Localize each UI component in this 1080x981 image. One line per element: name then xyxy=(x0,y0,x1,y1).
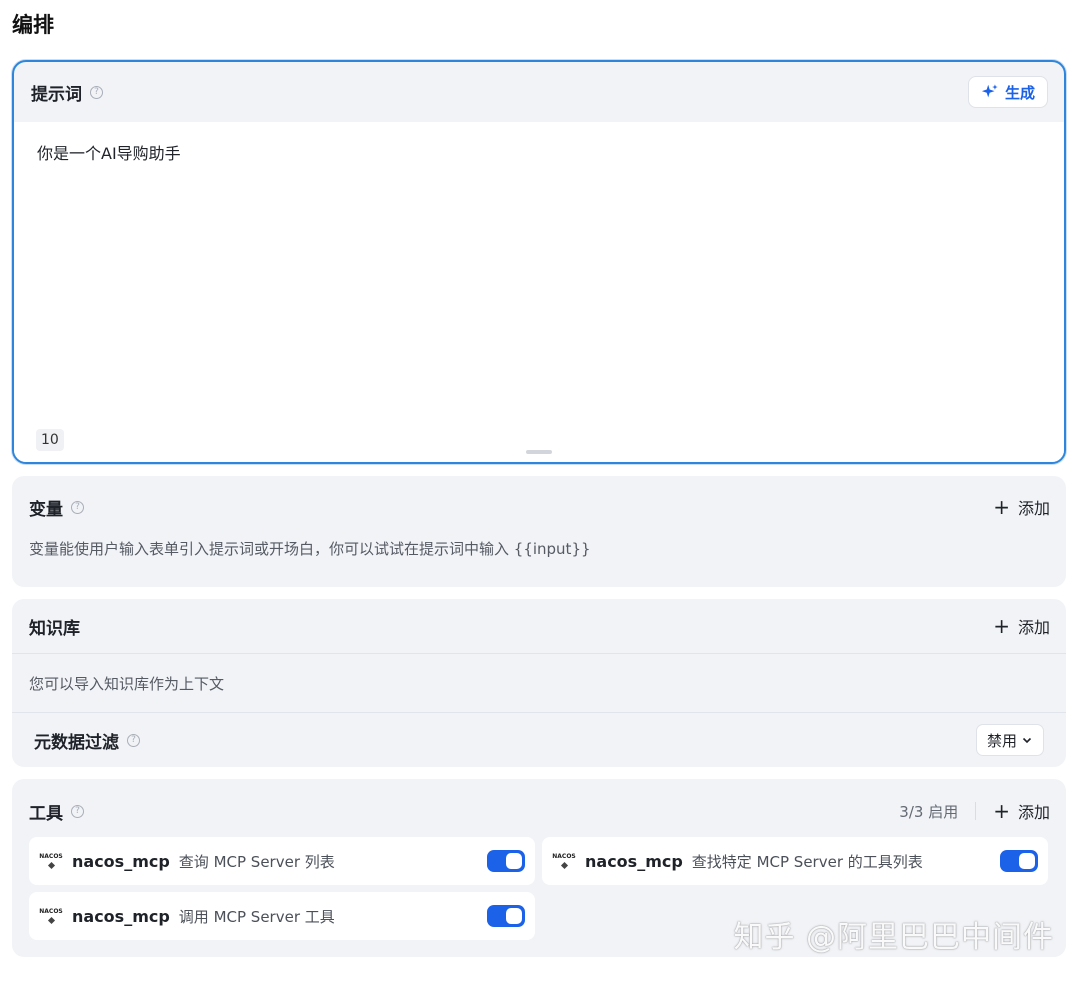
tools-enabled-count: 3/3 启用 xyxy=(899,802,959,821)
tools-title: 工具 xyxy=(29,803,63,824)
tool-name: nacos_mcp xyxy=(72,851,170,871)
add-label: 添加 xyxy=(1017,803,1050,822)
tool-description: 调用 MCP Server 工具 xyxy=(178,907,335,926)
tool-description: 查找特定 MCP Server 的工具列表 xyxy=(691,852,923,871)
variables-card: 变量 ? + 添加 变量能使用户输入表单引入提示词或开场白，你可以试试在提示词中… xyxy=(12,476,1066,587)
prompt-title: 提示词 xyxy=(31,84,82,105)
tool-name: nacos_mcp xyxy=(585,851,683,871)
metadata-filter-label: 元数据过滤 xyxy=(34,732,119,753)
prompt-header: 提示词 ? 生成 xyxy=(14,62,1064,122)
knowledge-header: 知识库 + 添加 xyxy=(12,599,1066,653)
knowledge-card: 知识库 + 添加 您可以导入知识库作为上下文 元数据过滤 ? 禁用 xyxy=(12,599,1066,767)
add-label: 添加 xyxy=(1017,618,1050,637)
page-title: 编排 xyxy=(12,13,54,37)
char-count: 10 xyxy=(36,429,64,451)
question-circle-icon[interactable]: ? xyxy=(71,500,84,514)
add-variable-button[interactable]: + 添加 xyxy=(993,491,1050,523)
sparkle-icon xyxy=(981,84,998,98)
tools-actions: 3/3 启用 + 添加 xyxy=(899,795,1050,827)
tool-item[interactable]: NACOS nacos_mcp 查询 MCP Server 列表 xyxy=(29,837,535,885)
variables-header: 变量 ? + 添加 xyxy=(12,476,1066,538)
watermark: 知乎 @阿里巴巴中间件 xyxy=(733,920,1054,955)
resize-handle[interactable] xyxy=(526,450,552,454)
nacos-logo-icon: NACOS xyxy=(551,848,577,874)
generate-button[interactable]: 生成 xyxy=(967,76,1048,108)
plus-icon: + xyxy=(993,799,1010,823)
knowledge-title: 知识库 xyxy=(29,618,80,639)
add-knowledge-button[interactable]: + 添加 xyxy=(993,610,1050,642)
tool-item[interactable]: NACOS nacos_mcp 查找特定 MCP Server 的工具列表 xyxy=(542,837,1048,885)
tool-toggle[interactable] xyxy=(1000,850,1038,872)
plus-icon: + xyxy=(993,495,1010,519)
metadata-filter-value: 禁用 xyxy=(986,731,1017,750)
metadata-filter-row: 元数据过滤 ? 禁用 xyxy=(12,713,1066,767)
tools-header: 工具 ? 3/3 启用 + 添加 xyxy=(12,779,1066,843)
plus-icon: + xyxy=(993,614,1010,638)
tool-name: nacos_mcp xyxy=(72,906,170,926)
prompt-card: 提示词 ? 生成 你是一个AI导购助手 10 xyxy=(12,60,1066,464)
question-circle-icon[interactable]: ? xyxy=(90,85,103,99)
knowledge-description: 您可以导入知识库作为上下文 xyxy=(29,674,225,693)
prompt-textarea[interactable]: 你是一个AI导购助手 10 xyxy=(14,122,1064,462)
nacos-logo-icon: NACOS xyxy=(38,903,64,929)
chevron-down-icon xyxy=(1022,737,1032,744)
nacos-logo-icon: NACOS xyxy=(38,848,64,874)
variables-title: 变量 xyxy=(29,499,63,520)
generate-label: 生成 xyxy=(1004,83,1035,102)
prompt-content[interactable]: 你是一个AI导购助手 xyxy=(37,140,181,164)
tool-item[interactable]: NACOS nacos_mcp 调用 MCP Server 工具 xyxy=(29,892,535,940)
divider xyxy=(975,802,977,820)
tool-toggle[interactable] xyxy=(487,905,525,927)
add-label: 添加 xyxy=(1017,499,1050,518)
add-tool-button[interactable]: + 添加 xyxy=(993,795,1050,827)
metadata-filter-select[interactable]: 禁用 xyxy=(975,724,1044,756)
question-circle-icon[interactable]: ? xyxy=(127,733,140,747)
question-circle-icon[interactable]: ? xyxy=(71,804,84,818)
variables-description: 变量能使用户输入表单引入提示词或开场白，你可以试试在提示词中输入 {{input… xyxy=(29,540,591,558)
tool-description: 查询 MCP Server 列表 xyxy=(178,852,335,871)
tool-toggle[interactable] xyxy=(487,850,525,872)
